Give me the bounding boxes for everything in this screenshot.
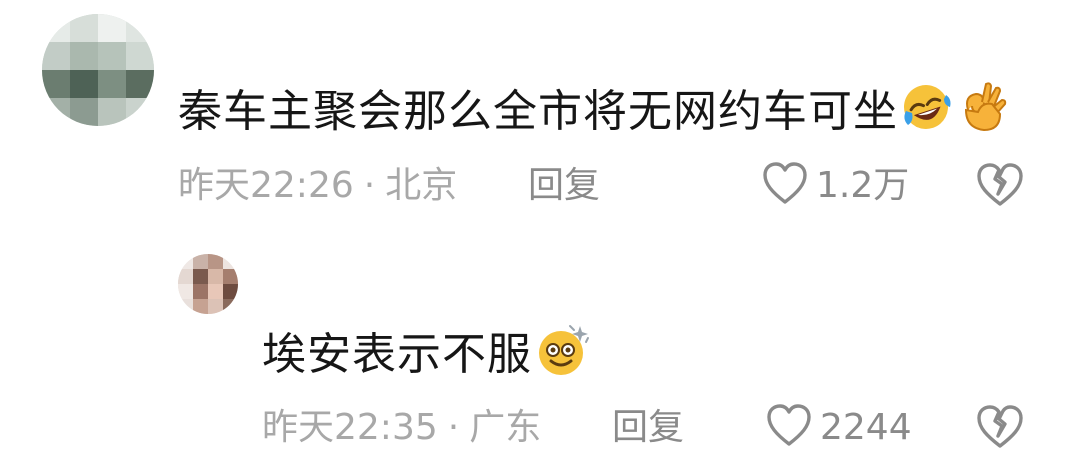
dislike-button[interactable]	[976, 162, 1024, 212]
like-button[interactable]: 2244	[766, 404, 912, 452]
heart-icon	[766, 404, 812, 452]
broken-heart-icon	[976, 163, 1024, 212]
heart-icon	[762, 162, 808, 210]
comment-meta: 昨天22:26 · 北京	[178, 164, 457, 208]
comment-meta: 昨天22:35 · 广东	[262, 406, 541, 450]
avatar[interactable]	[178, 254, 238, 314]
location: 广东	[469, 407, 542, 448]
separator: ·	[447, 407, 460, 448]
like-count: 1.2万	[816, 165, 910, 206]
location: 北京	[385, 165, 458, 206]
comment-text: 秦车主聚会那么全市将无网约车可坐	[178, 80, 1008, 148]
like-count: 2244	[820, 407, 912, 448]
dislike-button[interactable]	[976, 404, 1024, 454]
dizzy-smile-emoji	[534, 322, 590, 392]
comment-item: 秦车主聚会那么全市将无网约车可坐 昨天22:26 · 北京 回复 1.2万	[0, 0, 1080, 230]
avatar[interactable]	[42, 14, 154, 126]
reply-button[interactable]: 回复	[528, 164, 600, 208]
reply-comment-item: 埃安表示不服 昨天22:35 · 广东 回复 2244	[0, 240, 1080, 472]
broken-heart-icon	[976, 405, 1024, 454]
comment-body: 秦车主聚会那么全市将无网约车可坐	[178, 86, 898, 137]
timestamp: 昨天22:26	[178, 165, 354, 206]
comment-body: 埃安表示不服	[262, 329, 532, 380]
like-button[interactable]: 1.2万	[762, 162, 909, 210]
timestamp: 昨天22:35	[262, 407, 438, 448]
separator: ·	[363, 165, 376, 206]
reply-button[interactable]: 回复	[612, 406, 684, 450]
ok-hand-emoji	[954, 80, 1008, 148]
rofl-emoji	[900, 81, 952, 147]
comment-text: 埃安表示不服	[262, 322, 590, 392]
